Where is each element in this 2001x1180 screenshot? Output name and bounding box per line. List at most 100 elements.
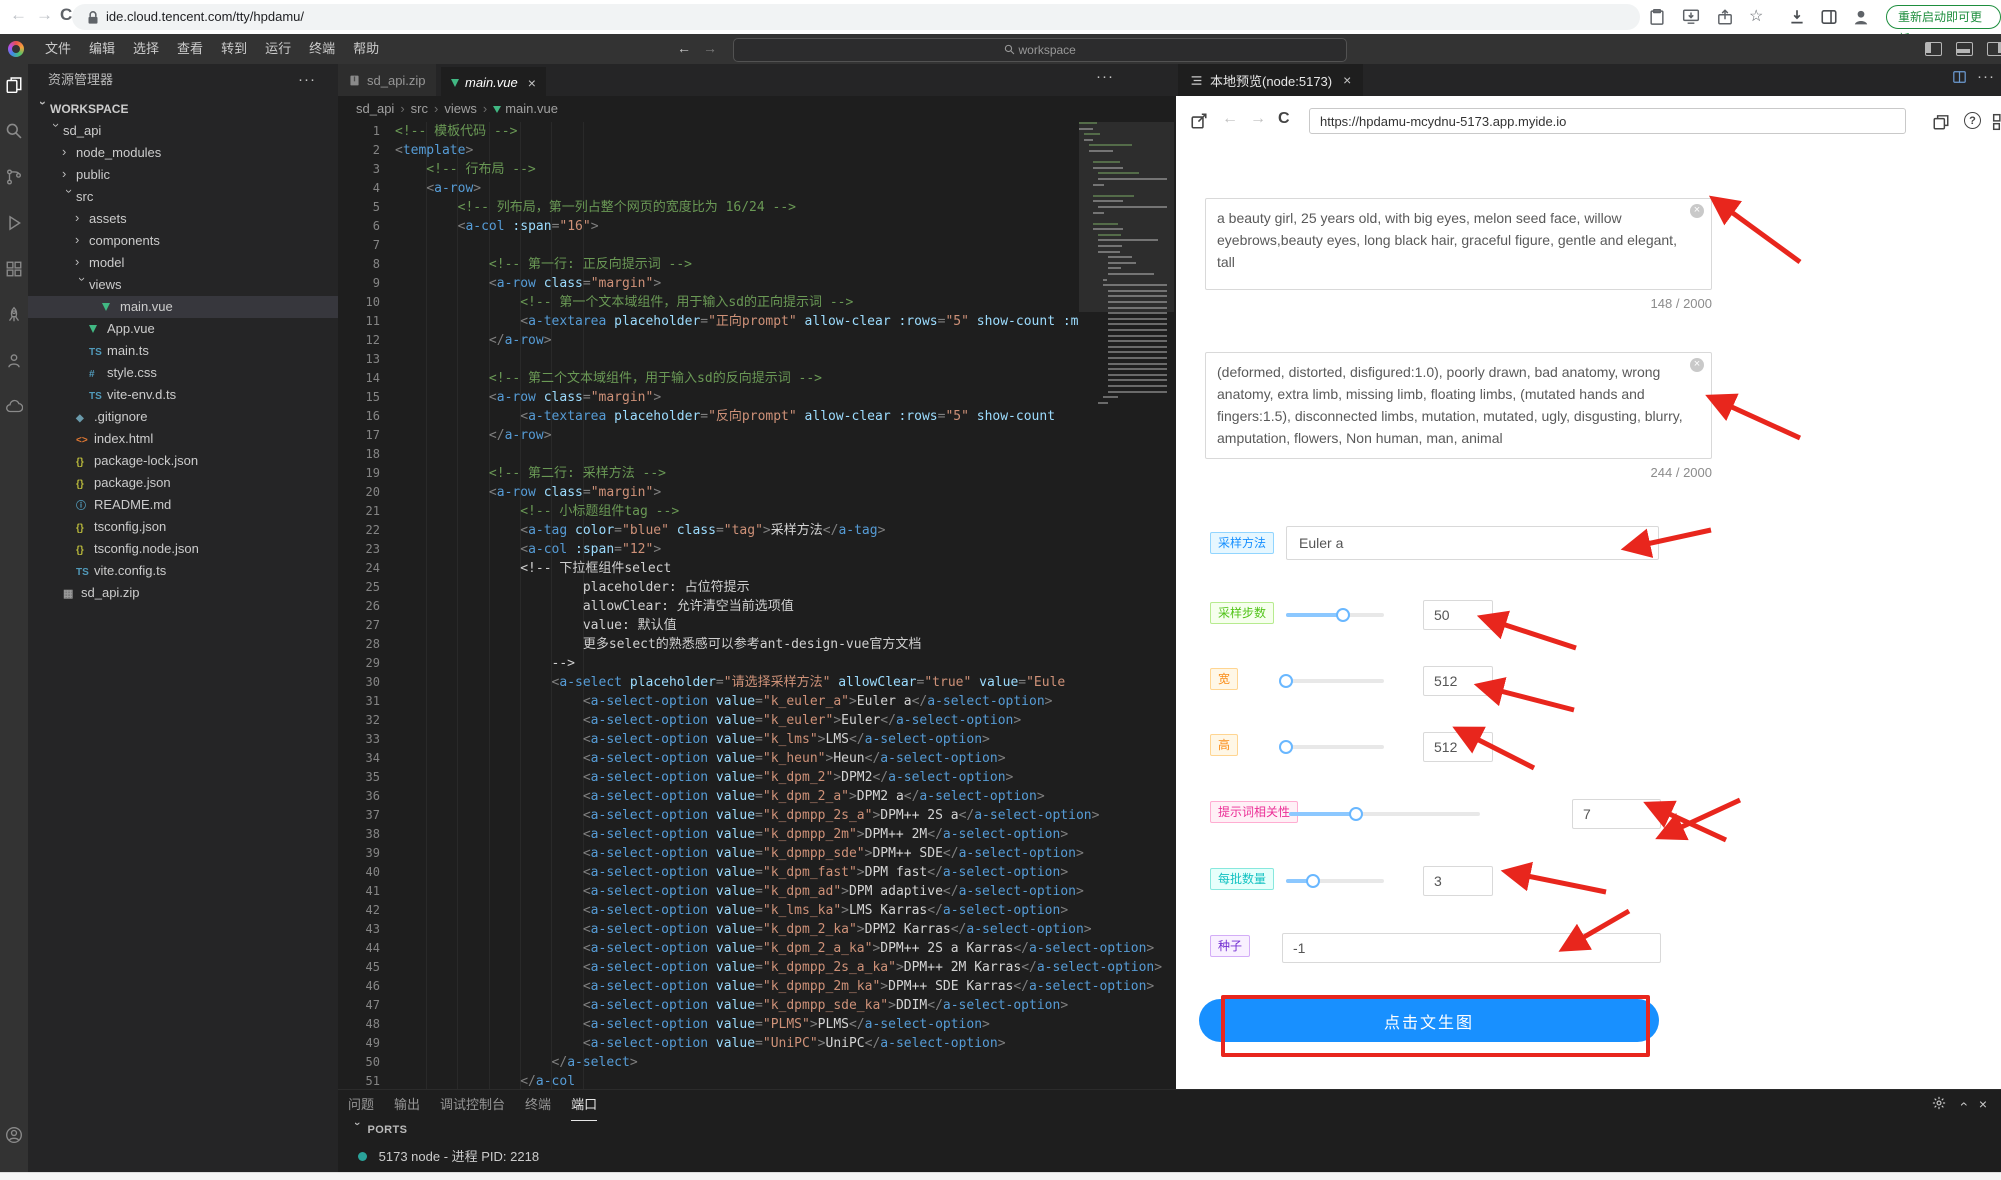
close-icon[interactable]: ×: [1343, 72, 1351, 88]
browser-url[interactable]: ide.cloud.tencent.com/tty/hpdamu/: [106, 9, 304, 24]
tree-item-WORKSPACE[interactable]: ›WORKSPACE: [28, 98, 338, 120]
back-icon[interactable]: ←: [10, 5, 27, 25]
tree-item-style.css[interactable]: #style.css: [28, 362, 338, 384]
panel-tab-调试控制台[interactable]: 调试控制台: [440, 1090, 505, 1120]
breadcrumb[interactable]: sd_api›src›views›main.vue: [338, 96, 1176, 122]
sampler-select[interactable]: Euler a ›: [1286, 526, 1659, 560]
seed-input[interactable]: [1282, 933, 1661, 963]
tree-item-vite-env.d.ts[interactable]: TSvite-env.d.ts: [28, 384, 338, 406]
preview-back-icon[interactable]: ←: [1222, 110, 1238, 128]
tree-item-index.html[interactable]: <>index.html: [28, 428, 338, 450]
positive-prompt-textarea[interactable]: a beauty girl, 25 years old, with big ey…: [1205, 198, 1712, 290]
tree-item-tsconfig.node.json[interactable]: {}tsconfig.node.json: [28, 538, 338, 560]
editor-more-actions-icon[interactable]: ···: [1096, 68, 1114, 85]
close-icon[interactable]: ×: [1979, 1096, 1987, 1112]
open-external-icon[interactable]: [1190, 112, 1208, 130]
command-center-search[interactable]: workspace: [733, 38, 1347, 62]
minimap-slider[interactable]: [1079, 122, 1174, 312]
account-icon[interactable]: [5, 1126, 23, 1144]
width-slider[interactable]: [1286, 674, 1384, 688]
ports-section-header[interactable]: › PORTS: [350, 1124, 407, 1136]
menu-转到[interactable]: 转到: [212, 34, 256, 64]
tree-item-src[interactable]: ›src: [28, 186, 338, 208]
menu-选择[interactable]: 选择: [124, 34, 168, 64]
tree-item-sd_api.zip[interactable]: ▦sd_api.zip: [28, 582, 338, 604]
tree-item-sd_api[interactable]: ›sd_api: [28, 120, 338, 142]
menu-帮助[interactable]: 帮助: [344, 34, 388, 64]
preview-url-input[interactable]: [1309, 108, 1906, 134]
tree-item-README.md[interactable]: ⓘREADME.md: [28, 494, 338, 516]
deploy-rocket-icon[interactable]: [5, 306, 23, 324]
tree-item-App.vue[interactable]: App.vue: [28, 318, 338, 340]
files-icon[interactable]: [5, 76, 23, 94]
tree-item-tsconfig.json[interactable]: {}tsconfig.json: [28, 516, 338, 538]
nav-back-icon[interactable]: ←: [677, 40, 691, 56]
panel-tab-问题[interactable]: 问题: [348, 1090, 374, 1120]
tree-item-package-lock.json[interactable]: {}package-lock.json: [28, 450, 338, 472]
port-row[interactable]: 5173 node - 进程 PID: 2218: [358, 1146, 539, 1165]
url-bar[interactable]: ide.cloud.tencent.com/tty/hpdamu/: [72, 4, 1640, 30]
preview-more-actions-icon[interactable]: ···: [1977, 68, 1995, 85]
cfg-input[interactable]: [1572, 799, 1661, 829]
split-editor-icon[interactable]: [1952, 70, 1967, 84]
run-debug-icon[interactable]: [5, 214, 23, 232]
reload-icon[interactable]: C: [60, 5, 72, 25]
tree-item-.gitignore[interactable]: ◆.gitignore: [28, 406, 338, 428]
tree-item-components[interactable]: ›components: [28, 230, 338, 252]
extensions-icon[interactable]: [5, 260, 23, 278]
sidebar-icon[interactable]: [1820, 8, 1838, 26]
tree-item-public[interactable]: ›public: [28, 164, 338, 186]
tree-item-views[interactable]: ›views: [28, 274, 338, 296]
share-icon[interactable]: [1716, 8, 1734, 26]
toggle-panel-icon[interactable]: [1956, 42, 1973, 56]
cfg-slider[interactable]: [1289, 807, 1480, 821]
chevron-up-icon[interactable]: ›: [1954, 1102, 1970, 1107]
tab-local-preview[interactable]: 本地预览(node:5173) ×: [1178, 64, 1363, 96]
tree-item-model[interactable]: ›model: [28, 252, 338, 274]
browser-update-button[interactable]: 重新启动即可更新: [1886, 5, 2001, 29]
code-editor[interactable]: 1<!-- 模板代码 -->2<template>3 <!-- 行布局 -->4…: [338, 122, 1176, 1089]
menu-查看[interactable]: 查看: [168, 34, 212, 64]
tab-sd_api-zip[interactable]: sd_api.zip: [338, 64, 437, 96]
clear-icon[interactable]: ×: [1690, 358, 1704, 372]
steps-slider[interactable]: [1286, 608, 1384, 622]
clear-icon[interactable]: ×: [1690, 204, 1704, 218]
forward-icon[interactable]: →: [36, 5, 53, 25]
batch-input[interactable]: [1423, 866, 1493, 896]
download-icon[interactable]: [1788, 8, 1806, 26]
clipboard-icon[interactable]: [1648, 8, 1666, 26]
cloud-icon[interactable]: [5, 398, 23, 416]
collaboration-icon[interactable]: [5, 352, 23, 370]
tree-item-vite.config.ts[interactable]: TSvite.config.ts: [28, 560, 338, 582]
panel-tab-终端[interactable]: 终端: [525, 1090, 551, 1120]
menu-文件[interactable]: 文件: [36, 34, 80, 64]
preview-forward-icon[interactable]: →: [1250, 110, 1266, 128]
star-icon[interactable]: ☆: [1749, 6, 1763, 26]
batch-slider[interactable]: [1286, 874, 1384, 888]
tree-item-main.vue[interactable]: main.vue: [28, 296, 338, 318]
tab-main-vue[interactable]: main.vue ×: [441, 67, 547, 99]
steps-input[interactable]: [1423, 600, 1493, 630]
menu-运行[interactable]: 运行: [256, 34, 300, 64]
close-icon[interactable]: ×: [528, 75, 536, 91]
profile-icon[interactable]: [1852, 8, 1870, 26]
negative-prompt-textarea[interactable]: (deformed, distorted, disfigured:1.0), p…: [1205, 352, 1712, 459]
restore-window-icon[interactable]: [1932, 113, 1950, 131]
toggle-sidebar-icon[interactable]: [1925, 42, 1942, 56]
nav-forward-icon[interactable]: →: [703, 40, 717, 56]
help-icon[interactable]: ?: [1964, 112, 1981, 129]
install-icon[interactable]: [1682, 8, 1700, 26]
menu-编辑[interactable]: 编辑: [80, 34, 124, 64]
panel-tab-输出[interactable]: 输出: [394, 1090, 420, 1120]
source-control-icon[interactable]: [5, 168, 23, 186]
gear-icon[interactable]: [1932, 1096, 1946, 1110]
tree-item-assets[interactable]: ›assets: [28, 208, 338, 230]
toggle-secondary-sidebar-icon[interactable]: [1987, 42, 2001, 56]
qr-code-icon[interactable]: [1992, 113, 2001, 131]
width-input[interactable]: [1423, 666, 1493, 696]
search-icon[interactable]: [5, 122, 23, 140]
tree-item-package.json[interactable]: {}package.json: [28, 472, 338, 494]
tree-item-main.ts[interactable]: TSmain.ts: [28, 340, 338, 362]
height-input[interactable]: [1423, 732, 1493, 762]
tree-item-node_modules[interactable]: ›node_modules: [28, 142, 338, 164]
